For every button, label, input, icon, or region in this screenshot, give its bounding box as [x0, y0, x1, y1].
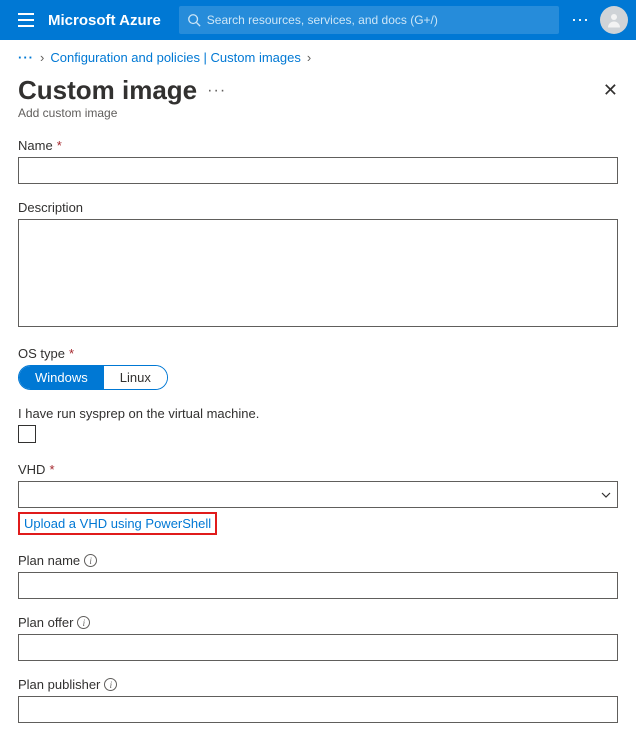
chevron-right-icon: ›: [40, 50, 44, 65]
sysprep-label: I have run sysprep on the virtual machin…: [18, 406, 259, 421]
search-icon: [187, 13, 201, 27]
ostype-windows-option[interactable]: Windows: [19, 366, 104, 389]
required-asterisk: *: [69, 346, 74, 361]
plan-name-label: Plan name: [18, 553, 80, 568]
header-actions: ⋯: [571, 6, 628, 34]
plan-offer-label: Plan offer: [18, 615, 73, 630]
info-icon[interactable]: i: [77, 616, 90, 629]
field-vhd: VHD *: [18, 462, 618, 508]
info-icon[interactable]: i: [84, 554, 97, 567]
breadcrumb-config-policies[interactable]: Configuration and policies | Custom imag…: [50, 50, 301, 65]
user-avatar[interactable]: [600, 6, 628, 34]
field-plan-offer: Plan offer i: [18, 615, 618, 661]
field-plan-name: Plan name i: [18, 553, 618, 599]
title-more-icon[interactable]: ···: [207, 82, 226, 100]
field-ostype: OS type * Windows Linux: [18, 346, 618, 390]
field-description: Description: [18, 200, 618, 330]
ostype-label: OS type: [18, 346, 65, 361]
name-label: Name: [18, 138, 53, 153]
description-label: Description: [18, 200, 83, 215]
ostype-linux-option[interactable]: Linux: [104, 366, 167, 389]
plan-publisher-input[interactable]: [18, 696, 618, 723]
search-input[interactable]: [207, 13, 551, 27]
custom-image-form: Name * Description OS type * Windows Lin…: [0, 138, 636, 723]
breadcrumb-ellipsis[interactable]: ···: [18, 50, 34, 65]
upload-vhd-link[interactable]: Upload a VHD using PowerShell: [24, 516, 211, 531]
field-plan-publisher: Plan publisher i: [18, 677, 618, 723]
vhd-select[interactable]: [18, 481, 618, 508]
name-input[interactable]: [18, 157, 618, 184]
field-sysprep: I have run sysprep on the virtual machin…: [18, 406, 618, 446]
person-icon: [605, 11, 623, 29]
description-input[interactable]: [18, 219, 618, 327]
more-actions-icon[interactable]: ⋯: [571, 10, 590, 31]
sysprep-checkbox[interactable]: [18, 425, 36, 443]
required-asterisk: *: [49, 462, 54, 477]
page-title: Custom image: [18, 75, 197, 106]
brand-label: Microsoft Azure: [48, 12, 161, 29]
plan-offer-input[interactable]: [18, 634, 618, 661]
upload-vhd-link-highlight: Upload a VHD using PowerShell: [18, 512, 217, 535]
close-icon[interactable]: ✕: [603, 80, 618, 101]
global-search[interactable]: [179, 6, 559, 34]
info-icon[interactable]: i: [104, 678, 117, 691]
field-name: Name *: [18, 138, 618, 184]
breadcrumb: ··· › Configuration and policies | Custo…: [0, 40, 636, 71]
azure-header: Microsoft Azure ⋯: [0, 0, 636, 40]
chevron-right-icon: ›: [307, 50, 311, 65]
title-bar: Custom image ··· ✕: [0, 71, 636, 106]
ostype-toggle: Windows Linux: [18, 365, 168, 390]
vhd-label: VHD: [18, 462, 45, 477]
page-subtitle: Add custom image: [0, 106, 636, 138]
required-asterisk: *: [57, 138, 62, 153]
plan-name-input[interactable]: [18, 572, 618, 599]
hamburger-menu-icon[interactable]: [18, 10, 38, 30]
